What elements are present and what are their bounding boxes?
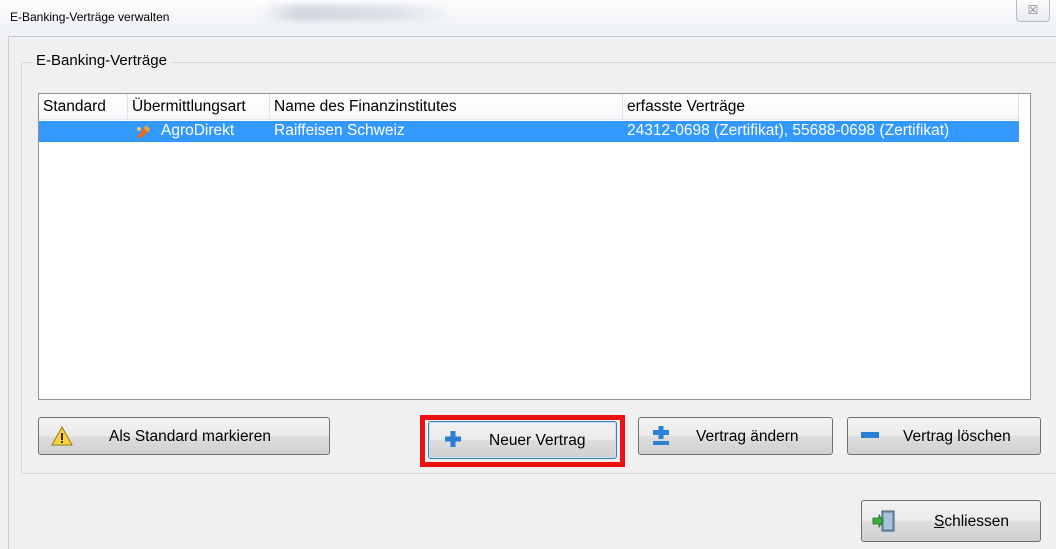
warning-icon xyxy=(51,426,73,446)
table-row[interactable]: AgroDirekt Raiffeisen Schweiz 24312-0698… xyxy=(39,121,1019,142)
client-border-left xyxy=(8,36,9,549)
vertrag-aendern-label: Vertrag ändern xyxy=(696,428,799,445)
column-header-standard[interactable]: Standard xyxy=(39,94,128,120)
contracts-listview[interactable]: Standard Übermittlungsart Name des Finan… xyxy=(38,93,1031,400)
column-header-vertraege[interactable]: erfasste Verträge xyxy=(623,94,1019,120)
vertrag-aendern-button[interactable]: Vertrag ändern xyxy=(638,417,833,455)
listview-header: Standard Übermittlungsart Name des Finan… xyxy=(39,94,1030,120)
cell-vertraege: 24312-0698 (Zertifikat), 55688-0698 (Zer… xyxy=(627,122,950,139)
als-standard-markieren-button[interactable]: Als Standard markieren xyxy=(38,417,330,455)
highlight-box xyxy=(420,415,625,467)
schliessen-label-rest: chliessen xyxy=(944,513,1009,530)
title-bar[interactable]: E-Banking-Verträge verwalten ☒ xyxy=(0,0,1056,36)
cell-finanzinstitut: Raiffeisen Schweiz xyxy=(274,122,405,139)
schliessen-button[interactable]: Schliessen xyxy=(861,500,1041,542)
client-border-top xyxy=(8,36,1056,37)
schliessen-mnemonic: S xyxy=(934,513,945,530)
cell-uebermittlungsart-text: AgroDirekt xyxy=(161,122,235,139)
schliessen-label: Schliessen xyxy=(934,513,1009,531)
cell-standard xyxy=(39,121,128,142)
close-icon: ☒ xyxy=(1027,3,1039,17)
agrodirekt-icon xyxy=(137,125,150,138)
window-title: E-Banking-Verträge verwalten xyxy=(10,10,170,24)
column-header-finanzinstitut[interactable]: Name des Finanzinstitutes xyxy=(270,94,623,120)
vertrag-loeschen-button[interactable]: Vertrag löschen xyxy=(847,417,1041,455)
minus-icon xyxy=(861,432,879,438)
exit-door-icon xyxy=(872,510,895,532)
cell-uebermittlungsart: AgroDirekt xyxy=(128,121,270,142)
column-header-uebermittlungsart[interactable]: Übermittlungsart xyxy=(128,94,270,120)
als-standard-markieren-label: Als Standard markieren xyxy=(109,428,271,445)
groupbox-label: E-Banking-Verträge xyxy=(32,52,171,69)
close-button[interactable]: ☒ xyxy=(1016,0,1050,22)
title-bar-blur xyxy=(262,5,452,21)
vertrag-loeschen-label: Vertrag löschen xyxy=(903,428,1011,445)
plus-minus-icon xyxy=(653,426,669,445)
